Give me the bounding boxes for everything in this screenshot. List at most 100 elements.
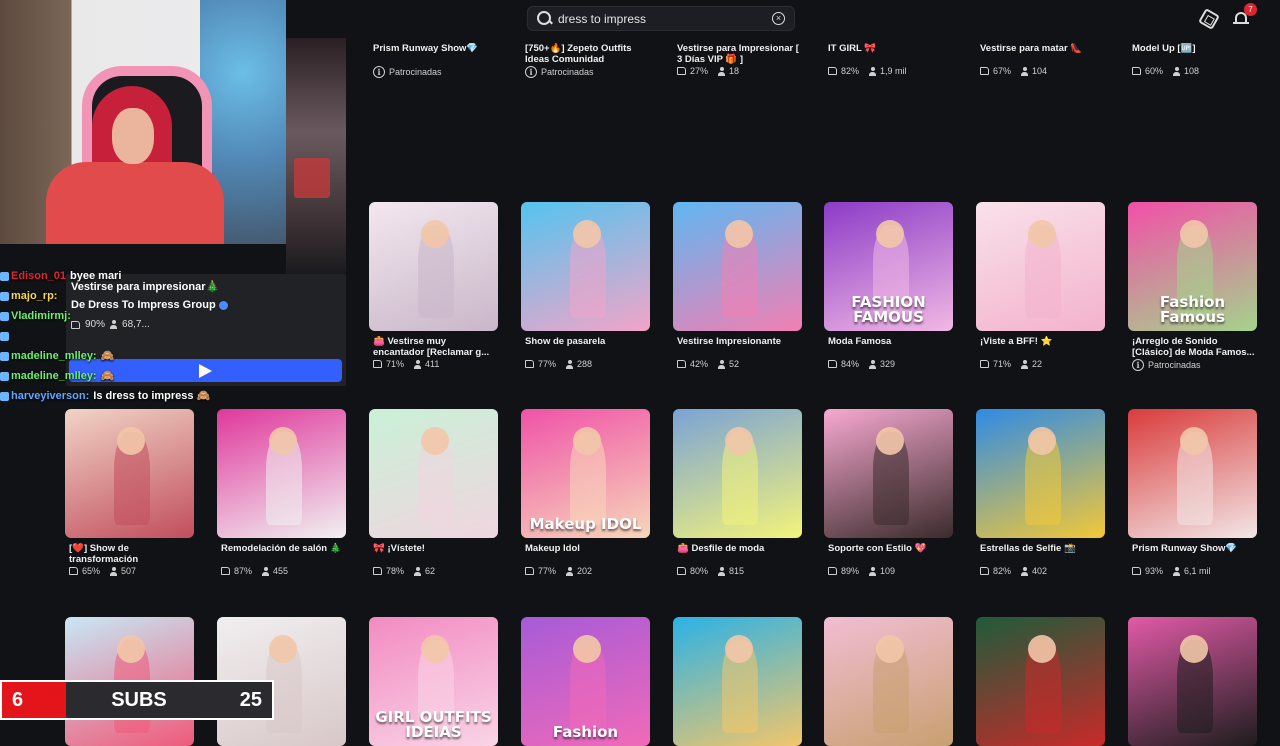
- game-title[interactable]: Estrellas de Selfie 📸: [980, 543, 1104, 554]
- game-thumbnail[interactable]: [673, 202, 802, 331]
- game-thumbnail[interactable]: [217, 409, 346, 538]
- game-thumbnail[interactable]: [1128, 617, 1257, 746]
- game-players: 202: [577, 566, 593, 576]
- game-thumbnail[interactable]: GIRL OUTFITS IDEIAS: [369, 617, 498, 746]
- chat-username: madeline_mlley:: [11, 370, 97, 382]
- players-icon: [718, 66, 726, 76]
- game-rating: 77%: [538, 566, 557, 576]
- chat-badge-icon: [0, 371, 9, 381]
- chat-badge-icon: [0, 391, 9, 401]
- thumbs-up-icon: [221, 567, 230, 575]
- game-players: 288: [577, 359, 593, 369]
- players-icon: [1021, 66, 1029, 76]
- game-players: 108: [1184, 66, 1200, 76]
- players-icon: [414, 566, 422, 576]
- game-rating: 67%: [993, 66, 1012, 76]
- game-thumbnail[interactable]: [369, 409, 498, 538]
- game-players: 18: [729, 66, 740, 76]
- thumbnail-caption: Fashion: [552, 723, 619, 741]
- game-thumbnail[interactable]: [65, 409, 194, 538]
- chat-badge-icon: [0, 291, 9, 301]
- game-thumbnail[interactable]: [521, 202, 650, 331]
- game-rating: 82%: [841, 66, 860, 76]
- game-title[interactable]: IT GIRL 🎀: [828, 43, 952, 54]
- game-title[interactable]: 👛 Vestirse muy encantador [Reclamar g...: [373, 336, 497, 358]
- game-players: 22: [1032, 359, 1043, 369]
- game-title[interactable]: Vestirse para Impresionar [ 3 Días VIP 🎁…: [677, 43, 801, 65]
- robux-icon[interactable]: [1198, 8, 1220, 30]
- chat-message: harveyiverson: Is dress to impress 🙈: [0, 386, 346, 406]
- players-icon: [718, 359, 726, 369]
- game-players: 411: [425, 359, 440, 369]
- notification-count-badge: 7: [1244, 3, 1257, 16]
- thumbnail-caption: GIRL OUTFITS IDEIAS: [375, 708, 492, 741]
- info-icon: i: [373, 66, 385, 78]
- game-title[interactable]: Vestirse Impresionante: [677, 336, 801, 347]
- chat-message: Vladimirmj:: [0, 306, 346, 326]
- game-rating: 65%: [82, 566, 101, 576]
- game-thumbnail[interactable]: [673, 409, 802, 538]
- chat-message: madeline_mlley: 🙈: [0, 346, 346, 366]
- game-title[interactable]: Model Up [🆙]: [1132, 43, 1256, 54]
- game-thumbnail[interactable]: [369, 202, 498, 331]
- clear-search-icon[interactable]: ×: [772, 12, 785, 25]
- game-rating: 78%: [386, 566, 405, 576]
- thumbs-up-icon: [828, 67, 837, 75]
- chat-badge-icon: [0, 351, 9, 361]
- game-title[interactable]: ¡Viste a BFF! ⭐: [980, 336, 1104, 347]
- stream-chat: Edison_01 byee mari majo_rp: Vladimirmj: mad…: [0, 266, 346, 406]
- game-thumbnail[interactable]: [673, 617, 802, 746]
- game-title[interactable]: Show de pasarela: [525, 336, 649, 347]
- game-title[interactable]: 🎀 ¡Vístete!: [373, 543, 497, 554]
- game-thumbnail[interactable]: Fashion: [521, 617, 650, 746]
- game-thumbnail[interactable]: Fashion Famous: [1128, 202, 1257, 331]
- players-icon: [1021, 359, 1029, 369]
- game-players: 6,1 mil: [1184, 566, 1211, 576]
- game-title[interactable]: Soporte con Estilo 💖: [828, 543, 952, 554]
- game-thumbnail[interactable]: [976, 409, 1105, 538]
- game-title[interactable]: Moda Famosa: [828, 336, 952, 347]
- game-thumbnail[interactable]: [976, 202, 1105, 331]
- game-title[interactable]: 👛 Desfile de moda: [677, 543, 801, 554]
- game-players: 104: [1032, 66, 1048, 76]
- game-players: 329: [880, 359, 896, 369]
- game-thumbnail[interactable]: Makeup IDOL: [521, 409, 650, 538]
- game-thumbnail[interactable]: [824, 409, 953, 538]
- game-title[interactable]: Prism Runway Show💎: [1132, 543, 1256, 554]
- game-players: 109: [880, 566, 896, 576]
- players-icon: [718, 566, 726, 576]
- game-rating: 84%: [841, 359, 860, 369]
- game-thumbnail[interactable]: [976, 617, 1105, 746]
- game-rating: 27%: [690, 66, 709, 76]
- game-title[interactable]: Vestirse para matar 👠: [980, 43, 1104, 54]
- game-thumbnail[interactable]: FASHION FAMOUS: [824, 202, 953, 331]
- game-title[interactable]: Makeup Idol: [525, 543, 649, 554]
- game-rating: 71%: [993, 359, 1012, 369]
- thumbs-up-icon: [1132, 567, 1141, 575]
- game-title[interactable]: [❤️] Show de transformación: [69, 543, 193, 565]
- game-title[interactable]: Remodelación de salón 🎄: [221, 543, 345, 554]
- game-thumbnail[interactable]: [1128, 409, 1257, 538]
- chat-message: [0, 326, 346, 346]
- thumbnail-caption: Makeup IDOL: [529, 515, 642, 533]
- thumbs-up-icon: [828, 360, 837, 368]
- sponsored-label: Patrocinadas: [389, 67, 442, 77]
- chat-badge-icon: [0, 271, 9, 281]
- chat-username: majo_rp:: [11, 290, 58, 302]
- game-title[interactable]: [750+🔥] Zepeto Outfits Ideas Comunidad: [525, 43, 649, 65]
- subs-label: SUBS: [66, 682, 212, 718]
- thumbs-up-icon: [980, 67, 989, 75]
- webcam-overlay: [0, 0, 286, 244]
- game-title[interactable]: Prism Runway Show💎: [373, 43, 497, 54]
- thumbs-up-icon: [525, 567, 534, 575]
- search-input[interactable]: dress to impress: [558, 12, 772, 26]
- chat-text: 🙈: [100, 350, 115, 362]
- game-title[interactable]: ¡Arreglo de Sonido [Clásico] de Moda Fam…: [1132, 336, 1256, 358]
- game-thumbnail[interactable]: [824, 617, 953, 746]
- players-icon: [566, 566, 574, 576]
- sponsored-label: Patrocinadas: [1148, 360, 1201, 370]
- info-icon: i: [1132, 359, 1144, 371]
- search-bar[interactable]: dress to impress ×: [527, 6, 795, 31]
- game-players: 815: [729, 566, 745, 576]
- players-icon: [869, 359, 877, 369]
